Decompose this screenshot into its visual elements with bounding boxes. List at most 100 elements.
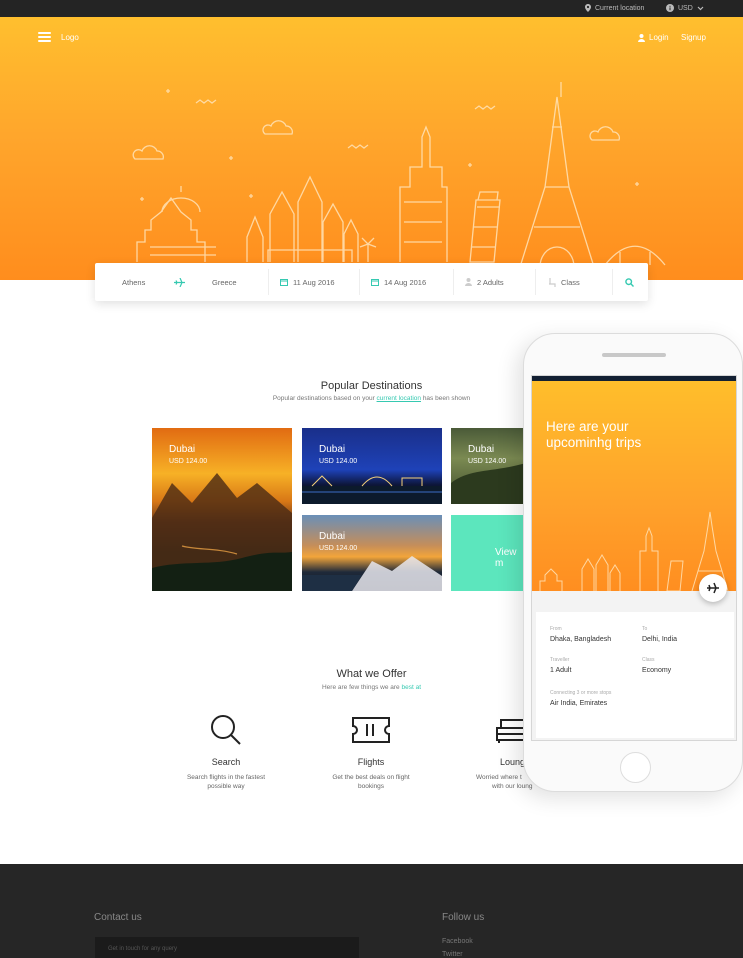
- class-value: Economy: [642, 667, 672, 674]
- class-field[interactable]: Class: [549, 263, 580, 301]
- plane-icon: [707, 582, 719, 594]
- traveller-label: Traveller: [550, 657, 570, 663]
- divider: [453, 269, 454, 295]
- swap-button[interactable]: [174, 263, 185, 301]
- view-more-label: View m: [495, 547, 517, 569]
- current-location-link[interactable]: Current location: [585, 4, 644, 12]
- trip-details-card: From Dhaka, Bangladesh To Delhi, India T…: [536, 612, 734, 738]
- card-city: Dubai: [169, 444, 196, 455]
- footer-link-facebook[interactable]: Facebook: [442, 938, 473, 945]
- seat-icon: [549, 277, 556, 287]
- divider: [535, 269, 536, 295]
- night-city-photo: [302, 475, 442, 504]
- contact-title: Contact us: [94, 912, 142, 923]
- search-button[interactable]: [625, 263, 634, 301]
- search-icon: [211, 715, 241, 745]
- divider: [359, 269, 360, 295]
- hero-banner: Logo Login Signup: [0, 17, 743, 280]
- card-price: USD 124.00: [319, 545, 358, 552]
- phone-screen: Here are your upcominhg trips From Dhaka…: [531, 375, 737, 741]
- from-field[interactable]: Athens: [122, 263, 145, 301]
- to-label: To: [642, 626, 648, 632]
- travellers-field[interactable]: 2 Adults: [465, 263, 504, 301]
- return-date-field[interactable]: 14 Aug 2016: [371, 263, 426, 301]
- destination-card[interactable]: Dubai USD 124.00: [451, 428, 526, 504]
- follow-title: Follow us: [442, 912, 485, 923]
- login-label: Login: [649, 33, 669, 42]
- offer-item-title: Search: [211, 757, 241, 767]
- offer-desc-line: bookings: [357, 783, 385, 790]
- plane-icon: [174, 277, 185, 287]
- depart-date-field[interactable]: 11 Aug 2016: [280, 263, 335, 301]
- from-label: From: [550, 626, 562, 632]
- offer-item-flights: Flights Get the best deals on flight book…: [311, 714, 431, 791]
- card-city: Dubai: [468, 444, 495, 455]
- destination-card[interactable]: Dubai USD 124.00: [302, 515, 442, 591]
- flight-search-bar: Athens Greece 11 Aug 2016 14 Aug 2016 2 …: [95, 263, 648, 301]
- offer-subtitle-highlight: best at: [401, 684, 421, 691]
- user-icon: [465, 278, 472, 286]
- city-skyline-illustration: [132, 82, 666, 268]
- to-field[interactable]: Greece: [212, 263, 237, 301]
- location-pin-icon: [585, 4, 591, 12]
- offer-item-title: Flights: [357, 757, 385, 767]
- class-value: Class: [561, 277, 580, 287]
- offer-desc-line: Get the best deals on flight: [332, 774, 410, 781]
- offer-desc-line: Search flights in the fastest: [186, 774, 266, 781]
- user-icon: [638, 33, 645, 42]
- card-price: USD 124.00: [319, 458, 358, 465]
- chevron-down-icon: [697, 6, 704, 10]
- currency-label: USD: [678, 4, 693, 12]
- calendar-icon: [280, 279, 288, 286]
- phone-hero: Here are your upcominhg trips: [532, 381, 736, 591]
- current-location-label: Current location: [595, 4, 645, 12]
- calendar-icon: [371, 279, 379, 286]
- phone-skyline-illustration: [539, 511, 729, 591]
- footer: Contact us Get in touch for any query Fo…: [0, 864, 743, 958]
- card-city: Dubai: [319, 531, 346, 542]
- traveller-value: 1 Adult: [550, 667, 572, 674]
- from-value: Athens: [122, 277, 146, 287]
- depart-date-value: 11 Aug 2016: [293, 277, 335, 287]
- travellers-value: 2 Adults: [477, 277, 504, 287]
- flight-fab-button[interactable]: [699, 574, 727, 602]
- popular-subtitle-text-end: has been shown: [422, 395, 471, 402]
- login-link[interactable]: Login: [638, 33, 669, 42]
- phone-home-button[interactable]: [620, 752, 651, 783]
- class-label: Class: [642, 657, 655, 663]
- menu-icon[interactable]: [38, 32, 51, 42]
- to-value: Delhi, India: [642, 636, 678, 643]
- divider: [268, 269, 269, 295]
- card-price: USD 124.00: [468, 458, 507, 465]
- currency-selector[interactable]: USD: [666, 4, 704, 12]
- offer-desc-line: possible way: [207, 783, 245, 790]
- connecting-value: Air India, Emirates: [550, 700, 608, 707]
- offer-desc-line: with our loung: [492, 783, 533, 790]
- logo[interactable]: Logo: [61, 33, 79, 42]
- connecting-label: Connecting 3 or more stops: [550, 690, 612, 696]
- page: Current location USD Logo Login Signup A…: [0, 0, 743, 958]
- offer-item-desc: Get the best deals on flight bookings: [311, 773, 431, 791]
- offer-item-search: Search Search flights in the fastest poss…: [166, 714, 286, 791]
- card-city: Dubai: [319, 444, 346, 455]
- offer-subtitle-text: Here are few things we are: [321, 684, 400, 691]
- from-value: Dhaka, Bangladesh: [550, 636, 612, 643]
- hills-photo: [451, 463, 526, 504]
- view-more-button[interactable]: View m: [451, 515, 526, 591]
- to-value: Greece: [212, 277, 237, 287]
- top-bar: Current location USD: [0, 0, 743, 17]
- search-icon: [625, 277, 634, 287]
- contact-input[interactable]: Get in touch for any query: [95, 937, 359, 958]
- phone-speaker: [602, 353, 666, 357]
- destination-card[interactable]: Dubai USD 124.00: [302, 428, 442, 504]
- current-location-inline-link[interactable]: current location: [377, 395, 421, 402]
- footer-link-twitter[interactable]: Twitter: [442, 951, 463, 958]
- signup-link[interactable]: Signup: [681, 33, 706, 42]
- popular-subtitle-text: Popular destinations based on your: [272, 395, 375, 402]
- coastal-town-photo: [302, 556, 442, 591]
- divider: [612, 269, 613, 295]
- return-date-value: 14 Aug 2016: [384, 277, 427, 287]
- info-icon: [666, 4, 674, 12]
- destination-card[interactable]: Dubai USD 124.00: [152, 428, 292, 591]
- offer-desc-line: Worried where t: [476, 774, 522, 781]
